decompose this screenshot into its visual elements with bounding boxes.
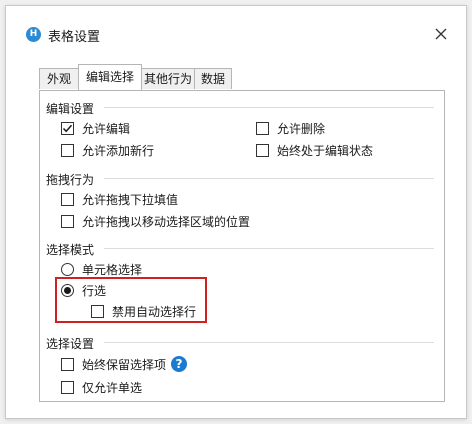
radio-circle	[61, 283, 74, 297]
checkbox-box	[61, 214, 74, 228]
section-divider	[104, 107, 434, 108]
keep-selection-label: 始终保留选择项	[82, 357, 167, 372]
disable-auto-select-checkbox[interactable]: 禁用自动选择行	[91, 303, 196, 319]
row-select-label: 行选	[82, 283, 107, 298]
cell-select-label: 单元格选择	[82, 262, 143, 277]
tab-edit-select[interactable]: 编辑选择	[78, 64, 142, 90]
section-divider	[104, 248, 434, 249]
checkbox-box	[61, 192, 74, 206]
row-select-radio[interactable]: 行选	[61, 282, 106, 298]
allow-edit-label: 允许编辑	[82, 121, 131, 136]
allow-add-row-checkbox[interactable]: 允许添加新行	[61, 142, 154, 158]
allow-delete-label: 允许删除	[277, 121, 326, 136]
checkbox-box	[61, 380, 74, 394]
always-edit-checkbox[interactable]: 始终处于编辑状态	[256, 142, 373, 158]
single-select-label: 仅允许单选	[82, 380, 143, 395]
dialog-title: 表格设置	[48, 30, 101, 45]
checkbox-box	[61, 121, 74, 135]
drag-move-label: 允许拖拽以移动选择区域的位置	[82, 214, 251, 229]
checkbox-box	[61, 143, 74, 157]
cell-select-radio[interactable]: 单元格选择	[61, 261, 142, 277]
single-select-checkbox[interactable]: 仅允许单选	[61, 379, 142, 395]
close-button[interactable]	[430, 23, 452, 45]
tab-panel: 编辑设置 允许编辑 允许删除 允许添加新行 始终处于编辑状态 拖拽行为 允许拖拽…	[39, 90, 445, 402]
keep-selection-checkbox[interactable]: 始终保留选择项 ?	[61, 356, 188, 372]
drag-fill-checkbox[interactable]: 允许拖拽下拉填值	[61, 191, 178, 207]
checkmark-icon	[62, 124, 73, 132]
radio-circle	[61, 262, 74, 276]
settings-dialog: H 表格设置 外观 编辑选择 其他行为 数据 编辑设置 允许编辑 允许删除 允许…	[5, 5, 467, 419]
section-divider	[104, 342, 434, 343]
section-title-select-mode: 选择模式	[46, 243, 95, 257]
checkbox-box	[61, 357, 74, 371]
checkbox-box	[256, 143, 269, 157]
allow-edit-checkbox[interactable]: 允许编辑	[61, 120, 130, 136]
help-icon[interactable]: ?	[171, 356, 188, 372]
checkbox-box	[256, 121, 269, 135]
close-icon	[435, 28, 447, 40]
drag-fill-label: 允许拖拽下拉填值	[82, 192, 179, 207]
title-bar: H 表格设置	[6, 6, 466, 45]
section-title-edit: 编辑设置	[46, 102, 95, 116]
allow-delete-checkbox[interactable]: 允许删除	[256, 120, 325, 136]
drag-move-checkbox[interactable]: 允许拖拽以移动选择区域的位置	[61, 213, 250, 229]
section-divider	[104, 178, 434, 179]
allow-add-row-label: 允许添加新行	[82, 143, 155, 158]
tab-appearance[interactable]: 外观	[39, 68, 79, 89]
app-logo-icon: H	[26, 27, 41, 42]
always-edit-label: 始终处于编辑状态	[277, 143, 374, 158]
tab-data[interactable]: 数据	[194, 68, 232, 89]
section-title-select-settings: 选择设置	[46, 337, 95, 351]
tab-other-behavior[interactable]: 其他行为	[141, 68, 195, 89]
disable-auto-select-label: 禁用自动选择行	[112, 304, 197, 319]
section-title-drag: 拖拽行为	[46, 173, 95, 187]
checkbox-box	[91, 304, 104, 318]
